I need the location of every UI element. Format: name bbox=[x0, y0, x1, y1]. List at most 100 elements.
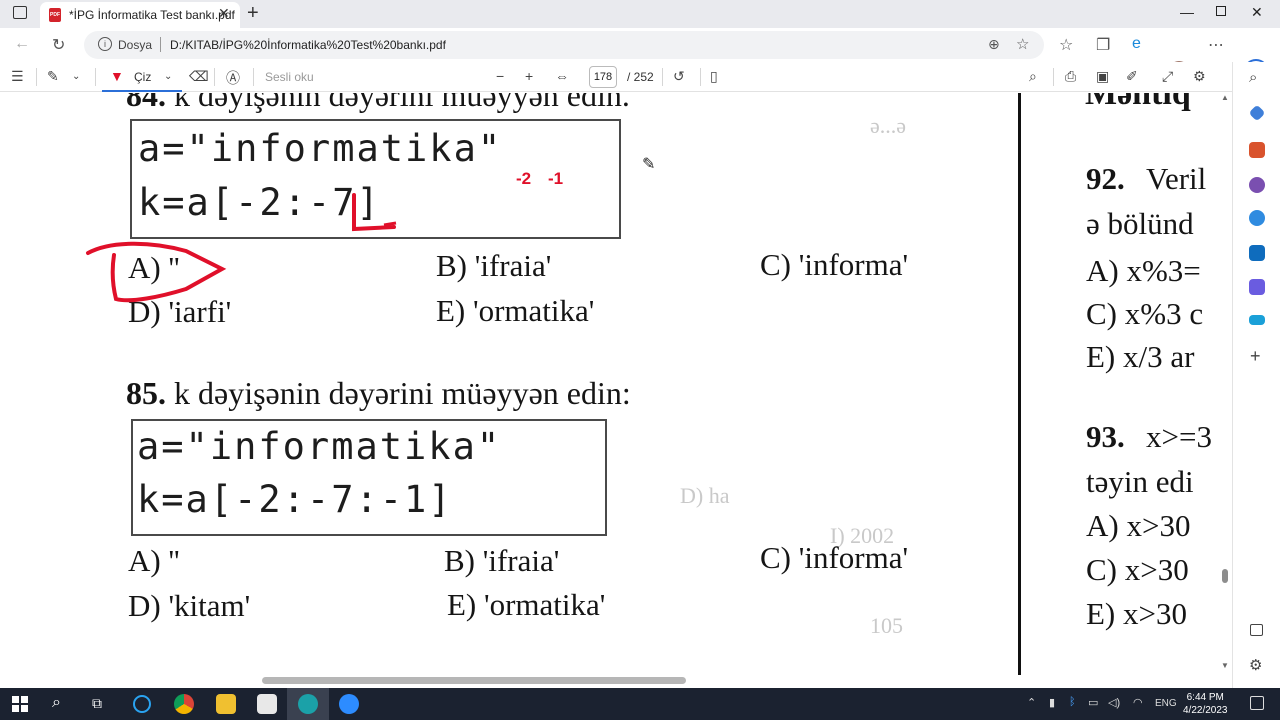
sidebar-office-icon[interactable] bbox=[1249, 210, 1265, 226]
rotate-icon[interactable]: ↺ bbox=[673, 68, 685, 85]
toolbar-divider bbox=[1053, 68, 1054, 86]
draw-pen-icon[interactable]: ▼ bbox=[110, 68, 124, 84]
index-minus1-mark: -1 bbox=[548, 169, 563, 188]
back-icon[interactable]: ← bbox=[14, 35, 30, 53]
bluetooth-icon[interactable]: ᛒ bbox=[1069, 696, 1076, 708]
vertical-scrollbar-thumb[interactable] bbox=[1222, 569, 1228, 583]
draw-active-underline bbox=[102, 90, 182, 92]
toolbar-divider bbox=[95, 68, 96, 86]
chrome-icon[interactable] bbox=[174, 694, 194, 714]
site-info-icon[interactable]: i bbox=[98, 37, 112, 51]
toolbar-divider bbox=[36, 68, 37, 86]
page-view-icon[interactable]: ▯ bbox=[710, 68, 718, 85]
q85-option-e: E) 'ormatika' bbox=[447, 587, 606, 622]
browser-tab-active[interactable]: *İPG İnformatika Test bankı.pdf ✕ bbox=[40, 2, 240, 28]
edge-icon[interactable] bbox=[298, 694, 318, 714]
tray-overflow-icon[interactable]: ⌃ bbox=[1027, 696, 1036, 709]
sidebar-shopping-icon[interactable] bbox=[1248, 104, 1266, 122]
task-view-icon[interactable]: ⧉ bbox=[92, 695, 102, 712]
sidebar-outlook-icon[interactable] bbox=[1249, 245, 1265, 261]
zoom-in-icon[interactable]: + bbox=[525, 68, 533, 84]
question-text: k dəyişənin dəyərini müəyyən edin: bbox=[174, 375, 631, 411]
edge-sidebar: ⌕ + ⚙ bbox=[1232, 62, 1280, 688]
language-indicator[interactable]: ENG bbox=[1155, 698, 1177, 709]
zoom-app-icon[interactable] bbox=[339, 694, 359, 714]
fullscreen-icon[interactable]: ⤢ bbox=[1162, 68, 1173, 85]
tab-actions-icon[interactable] bbox=[13, 6, 27, 19]
toolbar-divider bbox=[214, 68, 215, 86]
refresh-icon[interactable]: ↻ bbox=[52, 35, 65, 55]
tray-usb-icon[interactable]: ▮ bbox=[1049, 696, 1055, 709]
sidebar-hide-icon[interactable] bbox=[1250, 624, 1263, 636]
page-number-input[interactable]: 178 bbox=[589, 66, 617, 88]
url-divider bbox=[160, 37, 161, 52]
close-window-icon[interactable]: ✕ bbox=[1251, 4, 1263, 21]
minimize-icon[interactable]: — bbox=[1180, 4, 1194, 20]
search-icon[interactable]: ⌕ bbox=[1029, 68, 1037, 85]
bleed-through-text: D) ha bbox=[680, 483, 730, 508]
q85-option-a: A) '' bbox=[128, 543, 180, 578]
sidebar-search-icon[interactable]: ⌕ bbox=[1249, 69, 1257, 86]
close-tab-icon[interactable]: ✕ bbox=[218, 5, 230, 22]
notepad-app-icon[interactable] bbox=[257, 694, 277, 714]
sidebar-designer-icon[interactable] bbox=[1249, 279, 1265, 295]
contents-icon[interactable]: ☰ bbox=[11, 68, 24, 85]
highlight-dropdown-icon[interactable]: ⌄ bbox=[72, 71, 80, 82]
q93-line2: təyin edi bbox=[1086, 464, 1194, 499]
clock-date: 4/22/2023 bbox=[1183, 705, 1228, 716]
sidebar-add-icon[interactable]: + bbox=[1250, 346, 1261, 367]
new-tab-button[interactable]: + bbox=[247, 2, 259, 25]
eraser-icon[interactable]: ⌫ bbox=[189, 68, 209, 85]
bleed-through-text: 105 bbox=[870, 613, 903, 638]
sidebar-settings-icon[interactable]: ⚙ bbox=[1249, 656, 1262, 674]
battery-icon[interactable]: ▭ bbox=[1088, 696, 1098, 709]
print-icon[interactable]: ⎙ bbox=[1065, 68, 1076, 85]
index-minus2-mark: -2 bbox=[516, 169, 531, 188]
notifications-icon[interactable] bbox=[1250, 696, 1264, 710]
pen-cursor-icon: ✎ bbox=[642, 156, 656, 173]
pdf-toolbar: ☰ ✎ ⌄ ▼ Çiz ⌄ ⌫ Ⓐ Sesli oku − + ⇔ 178 / … bbox=[0, 62, 1232, 92]
question-number: 85. bbox=[126, 375, 166, 411]
windows-start-icon[interactable] bbox=[12, 696, 28, 712]
windows-taskbar: ⌕ ⧉ ⌃ ▮ ᛒ ▭ ◁) ◠ ENG 6:44 PM 4/22/2023 bbox=[0, 688, 1280, 720]
zoom-out-icon[interactable]: − bbox=[496, 68, 504, 84]
collections-icon[interactable]: ❐ bbox=[1096, 35, 1110, 55]
scroll-down-arrow-icon[interactable]: ▼ bbox=[1221, 661, 1229, 670]
settings-gear-icon[interactable]: ⚙ bbox=[1193, 68, 1206, 85]
file-explorer-icon[interactable] bbox=[216, 694, 236, 714]
sidebar-tools-icon[interactable] bbox=[1249, 142, 1265, 158]
favorite-star-icon[interactable]: ☆ bbox=[1016, 35, 1029, 53]
save-icon[interactable]: ▣ bbox=[1096, 68, 1109, 85]
q92-option-a: A) x%3= bbox=[1086, 253, 1201, 288]
favorites-icon[interactable]: ☆ bbox=[1059, 35, 1073, 55]
sidebar-drop-icon[interactable] bbox=[1249, 315, 1265, 325]
edge-extension-icon[interactable]: e bbox=[1132, 35, 1141, 53]
fit-page-icon[interactable]: ⇔ bbox=[555, 68, 569, 84]
red-ink-annotations: -2 -1 bbox=[86, 169, 563, 303]
wifi-icon[interactable]: ◠ bbox=[1133, 696, 1143, 709]
url-scheme-label: Dosya bbox=[118, 38, 153, 52]
horizontal-scrollbar-thumb[interactable] bbox=[262, 677, 686, 684]
text-tool-icon[interactable]: Ⓐ bbox=[226, 68, 240, 88]
draw-label[interactable]: Çiz bbox=[134, 70, 151, 84]
draw-dropdown-icon[interactable]: ⌄ bbox=[164, 71, 172, 82]
taskbar-search-icon[interactable]: ⌕ bbox=[52, 694, 61, 712]
code-line-1: a="informatika" bbox=[137, 425, 502, 468]
highlight-icon[interactable]: ✎ bbox=[47, 68, 59, 85]
q85-option-c: C) 'informa' bbox=[760, 540, 909, 575]
address-bar[interactable]: i Dosya D:/KITAB/İPG%20İnformatika%20Tes… bbox=[84, 31, 1044, 59]
sidebar-games-icon[interactable] bbox=[1249, 177, 1265, 193]
scroll-up-arrow-icon[interactable]: ▲ bbox=[1221, 93, 1229, 102]
maximize-icon[interactable] bbox=[1216, 6, 1226, 16]
volume-icon[interactable]: ◁) bbox=[1108, 696, 1120, 709]
url-text[interactable]: D:/KITAB/İPG%20İnformatika%20Test%20bank… bbox=[170, 38, 446, 52]
save-as-icon[interactable]: ✐ bbox=[1126, 68, 1138, 85]
bleed-through-text: ə...ə bbox=[870, 113, 907, 138]
browser-title-bar: *İPG İnformatika Test bankı.pdf ✕ + — ✕ bbox=[0, 0, 1280, 28]
taskbar-clock[interactable]: 6:44 PM 4/22/2023 bbox=[1183, 691, 1228, 717]
cortana-icon[interactable] bbox=[133, 695, 151, 713]
pdf-page-view[interactable]: ə...ə D) ha I) 2002 105 84. k dəyişənin … bbox=[0, 93, 1232, 675]
read-aloud-label[interactable]: Sesli oku bbox=[265, 70, 314, 84]
more-menu-icon[interactable]: ⋯ bbox=[1208, 35, 1224, 55]
zoom-icon[interactable]: ⊕ bbox=[988, 36, 1000, 53]
